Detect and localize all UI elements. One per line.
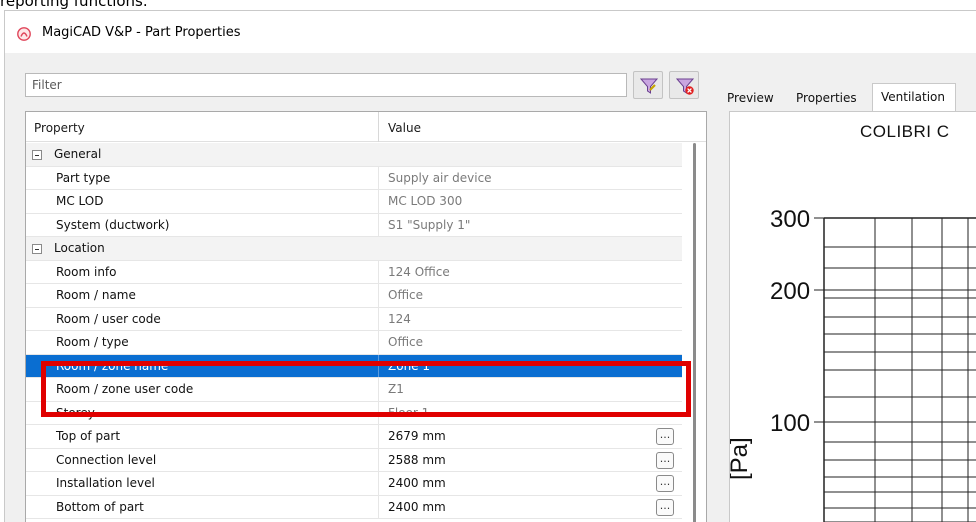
apply-filter-button[interactable] [633,71,663,99]
property-value: 124 Office [388,264,450,279]
property-rows: General Part type Supply air device MC L… [26,143,682,519]
property-name: System (ductwork) [56,217,170,232]
column-divider[interactable] [378,112,379,142]
preview-tabs: Preview Properties Ventilation [723,83,976,111]
clear-filter-icon [675,78,695,95]
property-value: Office [388,288,424,302]
table-row[interactable]: Bottom of part 2400 mm ... [26,495,682,519]
table-row-selected[interactable]: Room / zone name Zone 1 [26,354,682,378]
category-label: Location [54,241,105,255]
property-value: Supply air device [388,170,492,185]
column-header-value[interactable]: Value [388,121,421,135]
property-value: 2588 mm [388,452,446,467]
property-name: Top of part [56,429,121,443]
category-label: General [54,147,102,161]
tab-properties[interactable]: Properties [796,86,857,111]
cell-divider [378,472,379,495]
cell-divider [378,166,379,189]
property-name: Room / user code [56,311,161,326]
title-bar: MagiCAD V&P - Part Properties [5,11,976,53]
property-name: Installation level [56,476,155,490]
property-name: Room / zone user code [56,382,194,396]
property-name: Connection level [56,452,157,467]
cell-divider [378,307,379,330]
column-header-property[interactable]: Property [34,121,85,135]
tab-preview[interactable]: Preview [727,86,774,111]
property-value: Office [388,335,424,349]
property-value: Z1 [388,382,404,396]
property-name: Room / zone name [56,358,169,373]
collapse-toggle-icon[interactable] [32,244,42,254]
filter-input[interactable] [25,73,627,97]
table-row[interactable]: Connection level 2588 mm ... [26,448,682,472]
cell-divider [378,425,379,448]
table-row[interactable]: Top of part 2679 mm ... [26,425,682,449]
cell-divider [378,331,379,354]
table-row[interactable]: Room / name Office [26,284,682,308]
property-name: Bottom of part [56,499,144,514]
table-row[interactable]: MC LOD MC LOD 300 [26,190,682,214]
edit-value-button[interactable]: ... [656,428,674,445]
property-value: 2679 mm [388,429,446,443]
table-row[interactable]: Room / zone user code Z1 [26,378,682,402]
cell-divider [378,284,379,307]
table-row[interactable]: Installation level 2400 mm ... [26,472,682,496]
cell-divider [378,448,379,471]
property-name: Room / type [56,335,129,349]
cell-divider [378,213,379,236]
table-row[interactable]: Room / user code 124 [26,307,682,331]
table-row[interactable]: System (ductwork) S1 "Supply 1" [26,213,682,237]
cell-divider [378,190,379,213]
scrollbar-thumb[interactable] [693,143,696,522]
tab-ventilation[interactable]: Ventilation [872,83,956,111]
grid-header: Property Value [26,112,706,142]
vertical-scrollbar[interactable] [685,143,706,522]
property-value: 2400 mm [388,499,446,514]
clear-filter-button[interactable] [669,71,699,99]
funnel-icon [639,78,659,94]
table-row[interactable]: Room / type Office [26,331,682,355]
property-name: Storey [56,405,95,420]
edit-value-button[interactable]: ... [656,498,674,516]
property-value: S1 "Supply 1" [388,217,471,232]
ventilation-chart-panel: COLIBRI C 300 200 100 [Pa] [729,111,976,522]
edit-value-button[interactable]: ... [656,451,674,469]
page-caption: reporting functions. [0,0,148,10]
property-value: 2400 mm [388,476,446,490]
category-row-location[interactable]: Location [26,237,682,261]
property-value: Floor 1 [388,405,430,420]
property-name: Room / name [56,288,136,302]
property-name: Room info [56,264,117,279]
collapse-toggle-icon[interactable] [32,150,42,160]
cell-divider [378,378,379,401]
edit-value-button[interactable]: ... [656,475,674,492]
cell-divider [378,354,379,377]
property-grid: Property Value General Part type Supply … [25,111,707,522]
magicad-logo-icon [17,27,31,41]
table-row[interactable]: Room info 124 Office [26,260,682,284]
table-row[interactable]: Part type Supply air device [26,166,682,190]
part-properties-window: MagiCAD V&P - Part Properties Property V… [4,10,976,522]
property-value: MC LOD 300 [388,194,463,208]
window-title: MagiCAD V&P - Part Properties [42,25,241,40]
cell-divider [378,401,379,424]
table-row[interactable]: Storey Floor 1 [26,401,682,425]
property-value: 124 [388,311,411,326]
cell-divider [378,495,379,518]
category-row-general[interactable]: General [26,143,682,167]
property-value[interactable]: Zone 1 [388,359,430,373]
chart-grid [814,217,976,522]
property-name: Part type [56,170,111,185]
property-name: MC LOD [56,194,104,208]
cell-divider [378,260,379,283]
